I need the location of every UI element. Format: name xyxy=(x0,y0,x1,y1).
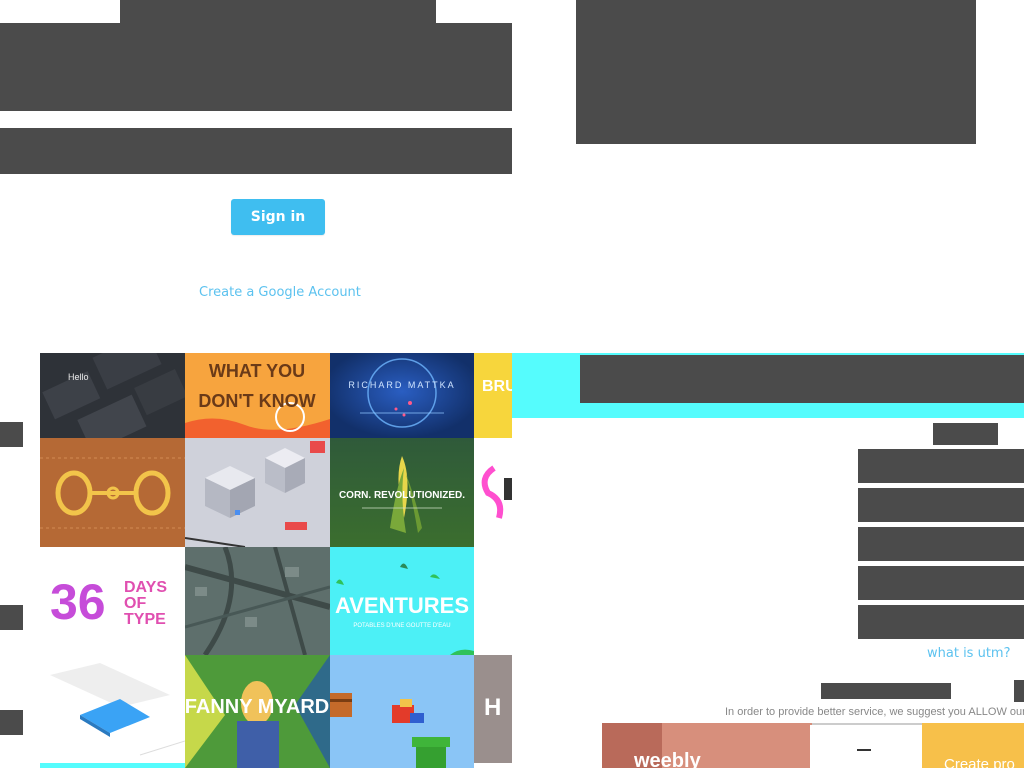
cookie-notice-text: In order to provide better service, we s… xyxy=(725,706,1024,718)
svg-text:OF: OF xyxy=(124,595,146,612)
svg-text:Hello: Hello xyxy=(68,372,89,382)
redacted-right-panel xyxy=(576,0,976,144)
tile-gold-horsebit[interactable] xyxy=(40,438,185,547)
tile-mario-pipe-art xyxy=(330,655,474,768)
weebly-banner-art: weebly Create pro xyxy=(602,723,1024,768)
tile-aventures[interactable]: AVENTURES POTABLES D'UNE GOUTTE D'EAU xyxy=(330,547,474,655)
redacted-utm-field-4[interactable] xyxy=(858,566,1024,600)
svg-text:POTABLES D'UNE GOUTTE D'EAU: POTABLES D'UNE GOUTTE D'EAU xyxy=(353,623,450,629)
tile-36-days-of-type[interactable]: 36 DAYS OF TYPE xyxy=(40,547,185,655)
svg-text:Create pro: Create pro xyxy=(944,756,1015,768)
tile-hello-ui[interactable]: Hello xyxy=(40,353,185,438)
tile-richard-mattka-art: RICHARD MATTKA xyxy=(330,353,474,438)
tile-corn-revolutionized-art: CORN. REVOLUTIONIZED. xyxy=(330,438,474,547)
svg-text:FANNY MYARD: FANNY MYARD xyxy=(185,696,329,718)
tile-isometric-city[interactable] xyxy=(185,438,330,547)
tile-partial-gray[interactable]: H xyxy=(474,655,512,763)
tile-blue-card-art xyxy=(40,663,185,768)
tile-partial-yellow-art: BRU xyxy=(482,378,512,395)
svg-text:WHAT YOU: WHAT YOU xyxy=(209,361,305,381)
redacted-utm-field-1[interactable] xyxy=(858,449,1024,483)
tile-isometric-city-art xyxy=(185,438,330,547)
tile-richard-mattka[interactable]: RICHARD MATTKA xyxy=(330,353,474,438)
redacted-action-button[interactable] xyxy=(821,683,951,699)
svg-text:AVENTURES: AVENTURES xyxy=(335,593,469,618)
svg-text:CORN. REVOLUTIONIZED.: CORN. REVOLUTIONIZED. xyxy=(339,490,465,501)
tile-what-you-dont-know-art: WHAT YOU DON'T KNOW xyxy=(185,353,330,438)
tile-3d-map[interactable] xyxy=(185,547,330,655)
tile-what-you-dont-know[interactable]: WHAT YOU DON'T KNOW xyxy=(185,353,330,438)
svg-text:BRU: BRU xyxy=(482,378,512,395)
redacted-utm-field-5[interactable] xyxy=(858,605,1024,639)
redacted-email-field[interactable] xyxy=(0,23,512,111)
tile-partial-yellow[interactable]: BRU xyxy=(474,353,512,438)
svg-text:TYPE: TYPE xyxy=(124,611,166,628)
tile-partial-pink[interactable] xyxy=(474,438,512,547)
tile-gold-horsebit-art xyxy=(40,438,185,547)
svg-text:weebly: weebly xyxy=(633,750,702,768)
tile-3d-map-art xyxy=(185,547,330,655)
tile-hello-ui-art: Hello xyxy=(42,353,185,438)
weebly-promo-banner[interactable]: weebly Create pro xyxy=(602,723,1024,768)
redacted-password-field[interactable] xyxy=(0,128,512,174)
redacted-edge-block xyxy=(1014,680,1024,702)
tile-partial-gray-art: H xyxy=(484,694,501,721)
redacted-side-marker-2 xyxy=(0,605,23,630)
tile-fanny-myard[interactable]: FANNY MYARD xyxy=(185,655,330,768)
redacted-side-marker-3 xyxy=(0,710,23,735)
redacted-utm-field-3[interactable] xyxy=(858,527,1024,561)
svg-text:DON'T KNOW: DON'T KNOW xyxy=(198,391,315,411)
what-is-utm-link[interactable]: what is utm? xyxy=(927,646,1010,661)
tile-partial-pink-art xyxy=(481,465,512,519)
create-account-link[interactable]: Create a Google Account xyxy=(199,285,361,300)
svg-text:DAYS: DAYS xyxy=(124,579,167,596)
svg-text:H: H xyxy=(484,694,501,721)
tile-fanny-myard-art: FANNY MYARD xyxy=(185,655,330,768)
tile-mario-pipe[interactable] xyxy=(330,655,474,768)
tile-36-days-of-type-art: 36 DAYS OF TYPE xyxy=(50,574,167,630)
sign-in-button[interactable]: Sign in xyxy=(231,199,325,235)
tile-blue-card[interactable] xyxy=(40,655,185,768)
redacted-label xyxy=(933,423,998,445)
tile-corn-revolutionized[interactable]: CORN. REVOLUTIONIZED. xyxy=(330,438,474,547)
svg-text:RICHARD MATTKA: RICHARD MATTKA xyxy=(348,380,455,390)
redacted-utm-field-2[interactable] xyxy=(858,488,1024,522)
svg-text:36: 36 xyxy=(50,574,106,630)
redacted-header-text xyxy=(580,355,1024,403)
redacted-side-marker-1 xyxy=(0,422,23,447)
redacted-top-bar xyxy=(120,0,436,23)
tile-aventures-art: AVENTURES POTABLES D'UNE GOUTTE D'EAU xyxy=(330,547,474,655)
